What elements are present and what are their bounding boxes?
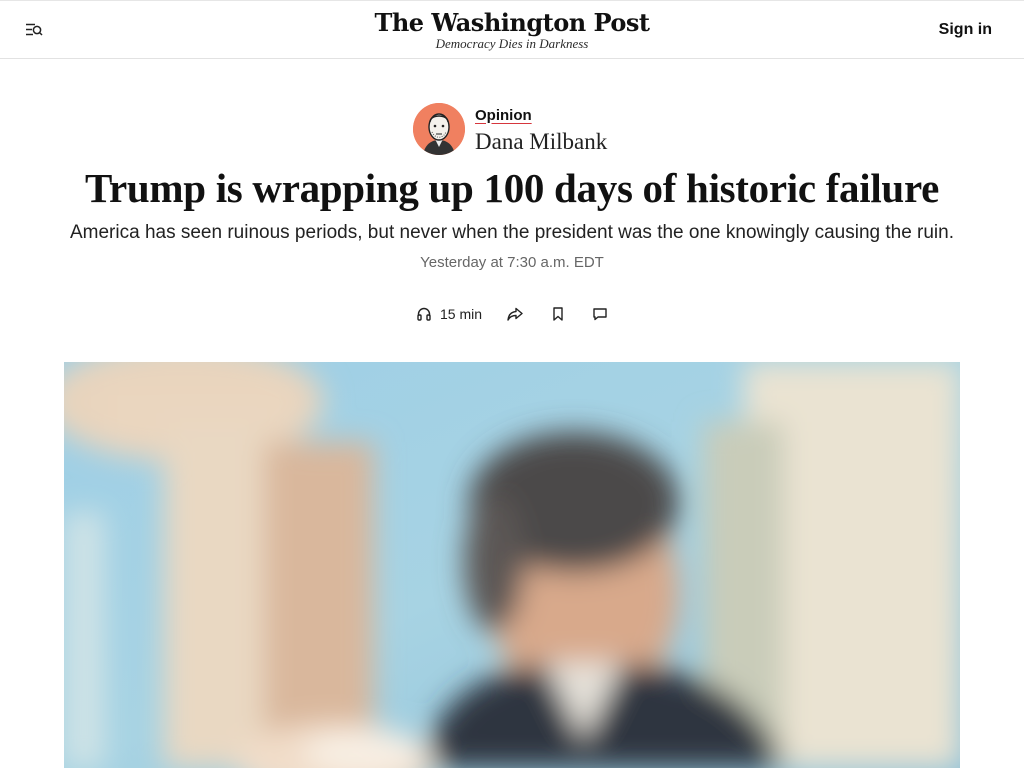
listen-button[interactable]: 15 min bbox=[416, 302, 482, 326]
author-avatar[interactable] bbox=[413, 103, 465, 155]
article-headline: Trump is wrapping up 100 days of histori… bbox=[84, 165, 939, 211]
article-actions: 15 min bbox=[0, 302, 1024, 326]
save-button[interactable] bbox=[550, 302, 566, 326]
publish-timestamp: Yesterday at 7:30 a.m. EDT bbox=[420, 254, 604, 271]
lead-photo bbox=[64, 362, 960, 768]
top-navigation-bar: The Washington Post Democracy Dies in Da… bbox=[0, 0, 1024, 59]
author-byline: Opinion Dana Milbank bbox=[413, 102, 607, 156]
sign-in-button[interactable]: Sign in bbox=[939, 20, 992, 40]
bookmark-icon bbox=[550, 306, 566, 322]
article-dek: America has seen ruinous periods, but ne… bbox=[69, 222, 955, 243]
brand-name: The Washington Post bbox=[374, 8, 650, 37]
share-icon bbox=[506, 305, 524, 323]
share-button[interactable] bbox=[506, 302, 524, 326]
author-name[interactable]: Dana Milbank bbox=[475, 130, 607, 153]
section-label[interactable]: Opinion bbox=[475, 108, 532, 123]
listen-duration: 15 min bbox=[439, 306, 483, 322]
comments-button[interactable] bbox=[592, 302, 608, 326]
headphones-icon bbox=[416, 306, 432, 322]
byline-text: Opinion Dana Milbank bbox=[475, 106, 607, 153]
brand-logo[interactable]: The Washington Post Democracy Dies in Da… bbox=[0, 9, 1024, 51]
brand-tagline: Democracy Dies in Darkness bbox=[435, 36, 589, 51]
comment-icon bbox=[592, 306, 608, 322]
